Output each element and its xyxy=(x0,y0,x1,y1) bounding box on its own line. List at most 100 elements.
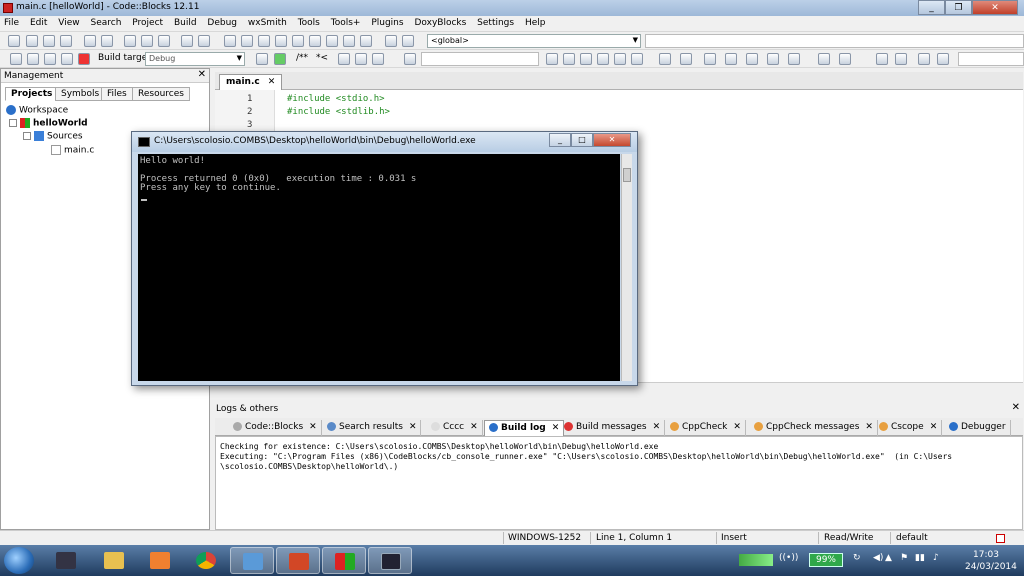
next-line-icon[interactable] xyxy=(258,35,270,47)
close-icon[interactable]: ✕ xyxy=(409,422,417,432)
redo-icon[interactable] xyxy=(101,35,113,47)
close-icon[interactable]: ✕ xyxy=(268,77,276,87)
task-console[interactable] xyxy=(368,547,412,574)
tab-cscope[interactable]: Cscope ✕ xyxy=(875,420,943,436)
widget8-icon[interactable] xyxy=(839,53,851,65)
tray-expand-icon[interactable]: ▲ xyxy=(885,553,892,563)
copy-icon[interactable] xyxy=(141,35,153,47)
task-app[interactable] xyxy=(230,547,274,574)
next-instruction-icon[interactable] xyxy=(309,35,321,47)
tab-projects[interactable]: Projects xyxy=(5,87,59,101)
function-combo[interactable] xyxy=(645,34,1024,48)
maximize-button[interactable]: ❐ xyxy=(945,0,972,15)
close-icon[interactable]: ✕ xyxy=(552,423,560,433)
tab-files[interactable]: Files xyxy=(101,87,133,101)
tab-cccc[interactable]: Cccc ✕ xyxy=(427,420,483,436)
clock-date[interactable]: 24/03/2014 xyxy=(965,562,1017,572)
zoom-in-icon[interactable] xyxy=(876,53,888,65)
step-instruction-icon[interactable] xyxy=(326,35,338,47)
sync-icon[interactable]: ↻ xyxy=(853,553,861,563)
tree-workspace[interactable]: Workspace xyxy=(6,105,68,116)
network-icon[interactable]: ▮▮ xyxy=(915,553,925,563)
close-icon[interactable]: ✕ xyxy=(198,69,206,80)
menu-plugins[interactable]: Plugins xyxy=(367,16,407,30)
console-close-button[interactable]: ✕ xyxy=(593,133,631,147)
tree-file[interactable]: main.c xyxy=(51,145,94,156)
volume-icon[interactable]: ◀) xyxy=(873,553,883,563)
menu-settings[interactable]: Settings xyxy=(473,16,518,30)
build-settings-icon[interactable] xyxy=(10,53,22,65)
console-scrollbar[interactable] xyxy=(621,154,632,381)
options-icon[interactable] xyxy=(631,53,643,65)
replace-icon[interactable] xyxy=(198,35,210,47)
menu-file[interactable]: File xyxy=(0,16,23,30)
widget-icon[interactable] xyxy=(680,53,692,65)
close-icon[interactable]: ✕ xyxy=(865,422,873,432)
wrench-icon[interactable] xyxy=(372,53,384,65)
task-chrome[interactable] xyxy=(184,547,228,574)
doxy-inline-comment-button[interactable]: *< xyxy=(316,53,328,63)
console-maximize-button[interactable]: □ xyxy=(571,133,593,147)
start-button[interactable] xyxy=(4,547,34,574)
scrollbar-thumb[interactable] xyxy=(623,168,631,182)
widget7-icon[interactable] xyxy=(818,53,830,65)
clock-time[interactable]: 17:03 xyxy=(973,550,999,560)
tab-resources[interactable]: Resources xyxy=(132,87,190,101)
console-output[interactable]: Hello world! Process returned 0 (0x0) ex… xyxy=(138,154,620,381)
task-powerpoint[interactable] xyxy=(276,547,320,574)
arrow-left-icon[interactable] xyxy=(546,53,558,65)
close-button[interactable]: ✕ xyxy=(972,0,1018,15)
signal-strength-icon[interactable] xyxy=(739,554,773,566)
menu-project[interactable]: Project xyxy=(128,16,167,30)
tab-cppcheck-messages[interactable]: CppCheck messages ✕ xyxy=(750,420,878,436)
run-to-cursor-icon[interactable] xyxy=(241,35,253,47)
tree-folder[interactable]: Sources xyxy=(23,131,83,142)
debug-run-icon[interactable] xyxy=(224,35,236,47)
pointer-icon[interactable] xyxy=(659,53,671,65)
close-icon[interactable]: ✕ xyxy=(930,422,938,432)
collapse-icon[interactable] xyxy=(9,119,17,127)
task-media-player[interactable] xyxy=(138,547,182,574)
scope-combo[interactable]: <global> ▼ xyxy=(427,34,641,48)
debug-info-icon[interactable] xyxy=(402,35,414,47)
close-icon[interactable]: ✕ xyxy=(470,422,478,432)
menu-view[interactable]: View xyxy=(54,16,83,30)
close-icon[interactable]: ✕ xyxy=(733,422,741,432)
flag-icon[interactable]: ⚑ xyxy=(900,553,908,563)
step-out-icon[interactable] xyxy=(292,35,304,47)
step-into-icon[interactable] xyxy=(275,35,287,47)
tab-debugger[interactable]: Debugger xyxy=(945,420,1011,436)
zoom-out-icon[interactable] xyxy=(895,53,907,65)
menu-help[interactable]: Help xyxy=(521,16,550,30)
font-icon[interactable] xyxy=(614,53,626,65)
code-line[interactable]: #include <stdlib.h> xyxy=(287,107,390,117)
chm-help-icon[interactable] xyxy=(355,53,367,65)
task-laptop[interactable] xyxy=(44,547,88,574)
menu-tools-plus[interactable]: Tools+ xyxy=(327,16,365,30)
tab-cppcheck[interactable]: CppCheck ✕ xyxy=(666,420,746,436)
tab-symbols[interactable]: Symbols xyxy=(55,87,106,101)
new-file-icon[interactable] xyxy=(8,35,20,47)
highlight-icon[interactable] xyxy=(580,53,592,65)
speaker-icon[interactable]: ♪ xyxy=(933,553,939,563)
widget3-icon[interactable] xyxy=(725,53,737,65)
save-all-icon[interactable] xyxy=(60,35,72,47)
build-run-icon[interactable] xyxy=(61,53,73,65)
widget6-icon[interactable] xyxy=(788,53,800,65)
jump-back-icon[interactable] xyxy=(256,53,268,65)
tab-search-results[interactable]: Search results ✕ xyxy=(323,420,422,436)
menu-wxsmith[interactable]: wxSmith xyxy=(244,16,291,30)
close-icon[interactable]: ✕ xyxy=(653,422,661,432)
menu-doxyblocks[interactable]: DoxyBlocks xyxy=(410,16,470,30)
jump-forward-icon[interactable] xyxy=(274,53,286,65)
paste-icon[interactable] xyxy=(158,35,170,47)
task-explorer[interactable] xyxy=(92,547,136,574)
close-icon[interactable]: ✕ xyxy=(309,422,317,432)
code-completion-icon[interactable] xyxy=(404,53,416,65)
wireless-icon[interactable]: ((•)) xyxy=(779,553,798,563)
widget4-icon[interactable] xyxy=(746,53,758,65)
tab-build-messages[interactable]: Build messages ✕ xyxy=(560,420,666,436)
menu-edit[interactable]: Edit xyxy=(26,16,51,30)
close-icon[interactable]: ✕ xyxy=(1012,402,1020,413)
toolbar-extra-input[interactable] xyxy=(958,52,1024,66)
